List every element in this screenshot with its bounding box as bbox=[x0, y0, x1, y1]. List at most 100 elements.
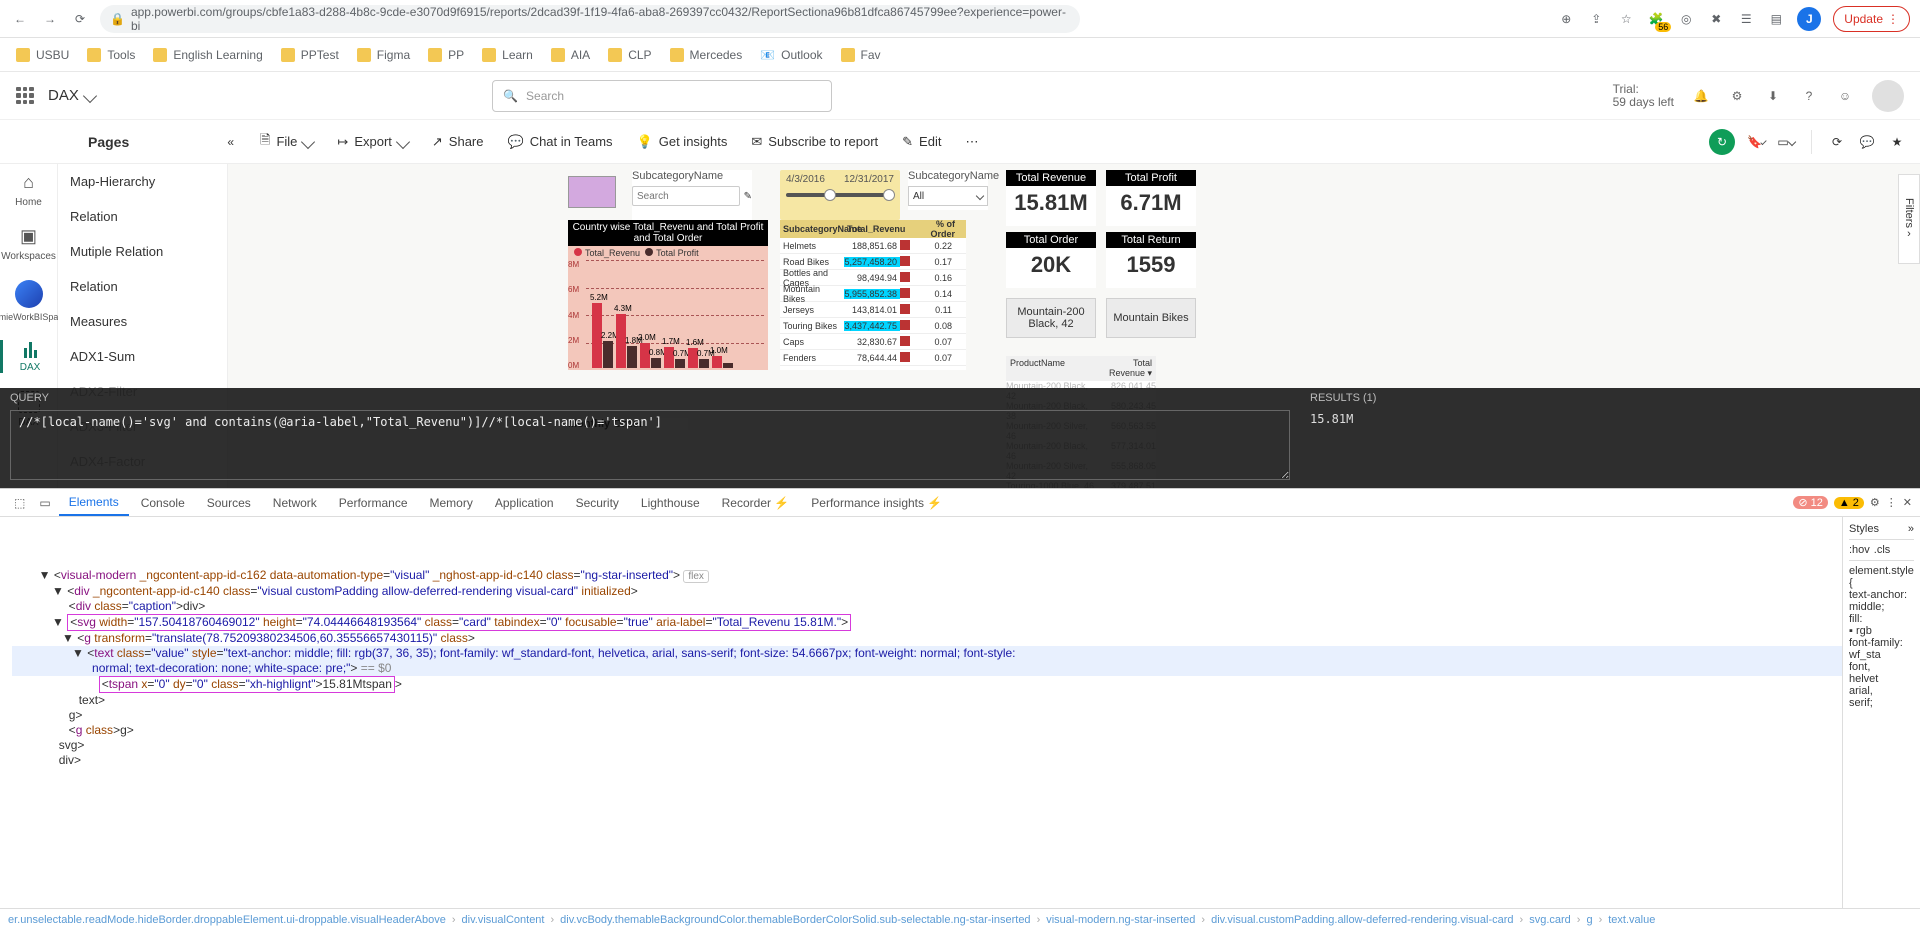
feedback-icon[interactable]: ☺ bbox=[1836, 87, 1854, 105]
page-item[interactable]: Measures bbox=[58, 304, 227, 339]
table-row[interactable]: Fenders78,644.440.07 bbox=[780, 350, 966, 366]
table-row[interactable]: Jerseys143,814.010.11 bbox=[780, 302, 966, 318]
warn-count[interactable]: ▲ 2 bbox=[1834, 497, 1864, 509]
bookmark-aia[interactable]: AIA bbox=[551, 48, 590, 62]
view-icon[interactable]: ▭ bbox=[1777, 133, 1795, 151]
inspect-icon[interactable]: ⬚ bbox=[8, 496, 31, 510]
devtools-tab[interactable]: Performance bbox=[329, 489, 418, 516]
page-item[interactable]: Map-Hierarchy bbox=[58, 164, 227, 199]
rail-jamie[interactable]: JamieWorkBISpace bbox=[0, 280, 57, 322]
edit-button[interactable]: ✎ Edit bbox=[892, 126, 951, 158]
breadcrumb-item[interactable]: g bbox=[1586, 914, 1592, 926]
rail-workspaces[interactable]: ▣Workspaces bbox=[0, 226, 57, 262]
devtools-tab[interactable]: Lighthouse bbox=[631, 489, 710, 516]
bookmark-tools[interactable]: Tools bbox=[87, 48, 135, 62]
bookmark-pp[interactable]: PP bbox=[428, 48, 464, 62]
star-icon[interactable]: ☆ bbox=[1617, 10, 1635, 28]
insights-button[interactable]: 💡 Get insights bbox=[627, 126, 738, 158]
slicer-search-input[interactable] bbox=[632, 186, 740, 206]
share-icon[interactable]: ⇪ bbox=[1587, 10, 1605, 28]
devtools-tab[interactable]: Network bbox=[263, 489, 327, 516]
app-launcher-icon[interactable] bbox=[16, 87, 34, 105]
chat-teams-button[interactable]: 💬 Chat in Teams bbox=[498, 126, 623, 158]
breadcrumb-item[interactable]: div.vcBody.themableBackgroundColor.thema… bbox=[560, 914, 1030, 926]
bookmark-figma[interactable]: Figma bbox=[357, 48, 410, 62]
bookmark-outlook[interactable]: 📧Outlook bbox=[760, 48, 822, 62]
devtools-tab[interactable]: Console bbox=[131, 489, 195, 516]
ext1-icon[interactable]: ◎ bbox=[1677, 10, 1695, 28]
devtools-tab[interactable]: Security bbox=[566, 489, 629, 516]
refresh-icon[interactable]: ⟳ bbox=[1828, 133, 1846, 151]
ext3-icon[interactable]: ☰ bbox=[1737, 10, 1755, 28]
ext2-icon[interactable]: ✖ bbox=[1707, 10, 1725, 28]
workspace-dropdown[interactable]: DAX bbox=[48, 87, 95, 104]
breadcrumb-item[interactable]: text.value bbox=[1608, 914, 1655, 926]
devtools-close-icon[interactable]: ✕ bbox=[1903, 496, 1912, 509]
file-menu[interactable]: 🗎 File bbox=[250, 126, 323, 158]
rail-dax-active[interactable]: DAX bbox=[0, 340, 57, 373]
table-row[interactable]: Mountain Bikes5,955,852.380.14 bbox=[780, 286, 966, 302]
kpi-card[interactable]: Total Return1559 bbox=[1106, 232, 1196, 288]
settings-icon[interactable]: ⚙ bbox=[1728, 87, 1746, 105]
bookmark-english-learning[interactable]: English Learning bbox=[153, 48, 262, 62]
extensions-icon[interactable]: 🧩56 bbox=[1647, 10, 1665, 28]
sync-status-icon[interactable]: ↻ bbox=[1709, 129, 1735, 155]
subcategory-table[interactable]: SubcategoryNameTotal_Revenu% of OrderHel… bbox=[780, 220, 966, 370]
filters-pane-collapsed[interactable]: Filters › bbox=[1898, 174, 1920, 264]
page-item[interactable]: Relation bbox=[58, 269, 227, 304]
devtools-tab[interactable]: Recorder ⚡ bbox=[712, 489, 800, 516]
bookmark-mercedes[interactable]: Mercedes bbox=[670, 48, 743, 62]
color-swatch-visual[interactable] bbox=[568, 176, 616, 208]
share-button[interactable]: ↗ Share bbox=[422, 126, 494, 158]
notifications-icon[interactable]: 🔔 bbox=[1692, 87, 1710, 105]
dropdown-input[interactable]: All bbox=[908, 186, 988, 206]
kpi-card[interactable]: Total Profit6.71M bbox=[1106, 170, 1196, 226]
more-menu[interactable]: ⋯ bbox=[955, 126, 988, 158]
device-icon[interactable]: ▭ bbox=[33, 496, 56, 510]
subscribe-button[interactable]: ✉ Subscribe to report bbox=[741, 126, 888, 158]
subcategory-dropdown-slicer[interactable]: SubcategoryName All bbox=[908, 170, 988, 210]
forward-icon[interactable]: → bbox=[40, 9, 60, 29]
page-item[interactable]: Mutiple Relation bbox=[58, 234, 227, 269]
download-icon[interactable]: ⬇ bbox=[1764, 87, 1782, 105]
breadcrumb-item[interactable]: visual-modern.ng-star-inserted bbox=[1046, 914, 1195, 926]
bookmark-icon[interactable]: 🔖 bbox=[1747, 133, 1765, 151]
help-icon[interactable]: ? bbox=[1800, 87, 1818, 105]
ext4-icon[interactable]: ▤ bbox=[1767, 10, 1785, 28]
export-menu[interactable]: ↦ Export bbox=[327, 126, 417, 158]
update-button[interactable]: Update ⋮ bbox=[1833, 6, 1910, 32]
date-slicer[interactable]: 4/3/201612/31/2017 bbox=[780, 170, 900, 220]
breadcrumb-item[interactable]: div.visual.customPadding.allow-deferred-… bbox=[1211, 914, 1513, 926]
comment-icon[interactable]: 💬 bbox=[1858, 133, 1876, 151]
error-count[interactable]: ⊘ 12 bbox=[1793, 496, 1828, 509]
devtools-tab[interactable]: Application bbox=[485, 489, 564, 516]
kpi-gray-card[interactable]: Mountain Bikes bbox=[1106, 298, 1196, 338]
devtools-more-icon[interactable]: ⋮ bbox=[1886, 496, 1897, 509]
url-bar[interactable]: 🔒 app.powerbi.com/groups/cbfe1a83-d288-4… bbox=[100, 5, 1080, 33]
styles-pane[interactable]: Styles» :hov.cls element.style { text-an… bbox=[1842, 517, 1920, 908]
search-input[interactable]: 🔍Search bbox=[492, 80, 832, 112]
devtools-tab[interactable]: Memory bbox=[420, 489, 483, 516]
breadcrumb-item[interactable]: svg.card bbox=[1529, 914, 1571, 926]
devtools-settings-icon[interactable]: ⚙ bbox=[1870, 496, 1880, 509]
xpath-query-input[interactable] bbox=[10, 410, 1290, 480]
bookmark-clp[interactable]: CLP bbox=[608, 48, 651, 62]
page-item[interactable]: ADX1-Sum bbox=[58, 339, 227, 374]
breadcrumb-item[interactable]: er.unselectable.readMode.hideBorder.drop… bbox=[8, 914, 446, 926]
bookmark-pptest[interactable]: PPTest bbox=[281, 48, 339, 62]
devtools-tab[interactable]: Elements bbox=[59, 489, 129, 516]
reload-icon[interactable]: ⟳ bbox=[70, 9, 90, 29]
kpi-card[interactable]: Total Order20K bbox=[1006, 232, 1096, 288]
bookmark-usbu[interactable]: USBU bbox=[16, 48, 69, 62]
bookmark-fav[interactable]: Fav bbox=[841, 48, 881, 62]
date-slider[interactable] bbox=[786, 193, 894, 197]
eraser-icon[interactable]: ✎ bbox=[744, 191, 752, 202]
country-bar-chart[interactable]: Country wise Total_Revenu and Total Prof… bbox=[568, 220, 768, 370]
bookmark-learn[interactable]: Learn bbox=[482, 48, 533, 62]
table-row[interactable]: Touring Bikes3,437,442.750.08 bbox=[780, 318, 966, 334]
kpi-gray-card[interactable]: Mountain-200 Black, 42 bbox=[1006, 298, 1096, 338]
elements-tree[interactable]: ▼ <visual-modern _ngcontent-app-id-c162 … bbox=[0, 517, 1842, 908]
rail-home[interactable]: ⌂Home bbox=[0, 172, 57, 208]
devtools-tab[interactable]: Performance insights ⚡ bbox=[801, 489, 952, 516]
table-row[interactable]: Caps32,830.670.07 bbox=[780, 334, 966, 350]
